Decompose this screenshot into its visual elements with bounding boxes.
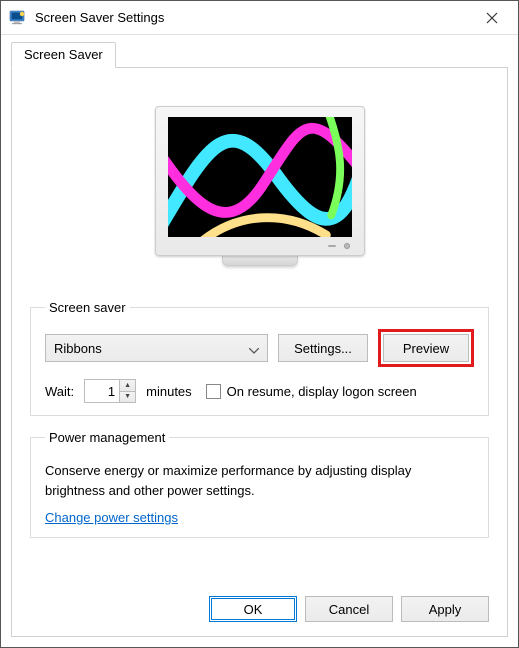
screensaver-select[interactable]: Ribbons [45,334,268,362]
ok-button[interactable]: OK [209,596,297,622]
screensaver-legend: Screen saver [45,300,130,315]
preview-highlight: Preview [378,329,474,367]
cancel-button[interactable]: Cancel [305,596,393,622]
tab-screen-saver[interactable]: Screen Saver [11,42,116,68]
app-icon [9,9,27,27]
window-title: Screen Saver Settings [35,10,472,25]
change-power-settings-link[interactable]: Change power settings [45,510,178,525]
dialog-body: Screen Saver [1,35,518,647]
power-text: Conserve energy or maximize performance … [45,461,474,500]
settings-button[interactable]: Settings... [278,334,368,362]
screensaver-preview-screen [168,117,352,237]
wait-spinner[interactable]: ▲ ▼ [84,379,136,403]
wait-input[interactable] [85,380,119,402]
spinner-up-icon[interactable]: ▲ [120,380,135,392]
on-resume-checkbox[interactable] [206,384,221,399]
screensaver-group: Screen saver Ribbons Settings... Preview [30,300,489,416]
power-legend: Power management [45,430,169,445]
close-button[interactable] [472,4,512,32]
wait-unit: minutes [146,384,192,399]
screensaver-select-value: Ribbons [54,341,102,356]
spinner-down-icon[interactable]: ▼ [120,392,135,403]
wait-label: Wait: [45,384,74,399]
monitor-preview [30,86,489,286]
on-resume-label: On resume, display logon screen [227,384,417,399]
dialog-window: Screen Saver Settings Screen Saver [0,0,519,648]
dialog-buttons: OK Cancel Apply [30,586,489,622]
power-management-group: Power management Conserve energy or maxi… [30,430,489,538]
title-bar: Screen Saver Settings [1,1,518,35]
tab-panel: Screen saver Ribbons Settings... Preview [11,67,508,637]
chevron-down-icon [249,342,259,357]
preview-button[interactable]: Preview [383,334,469,362]
apply-button[interactable]: Apply [401,596,489,622]
